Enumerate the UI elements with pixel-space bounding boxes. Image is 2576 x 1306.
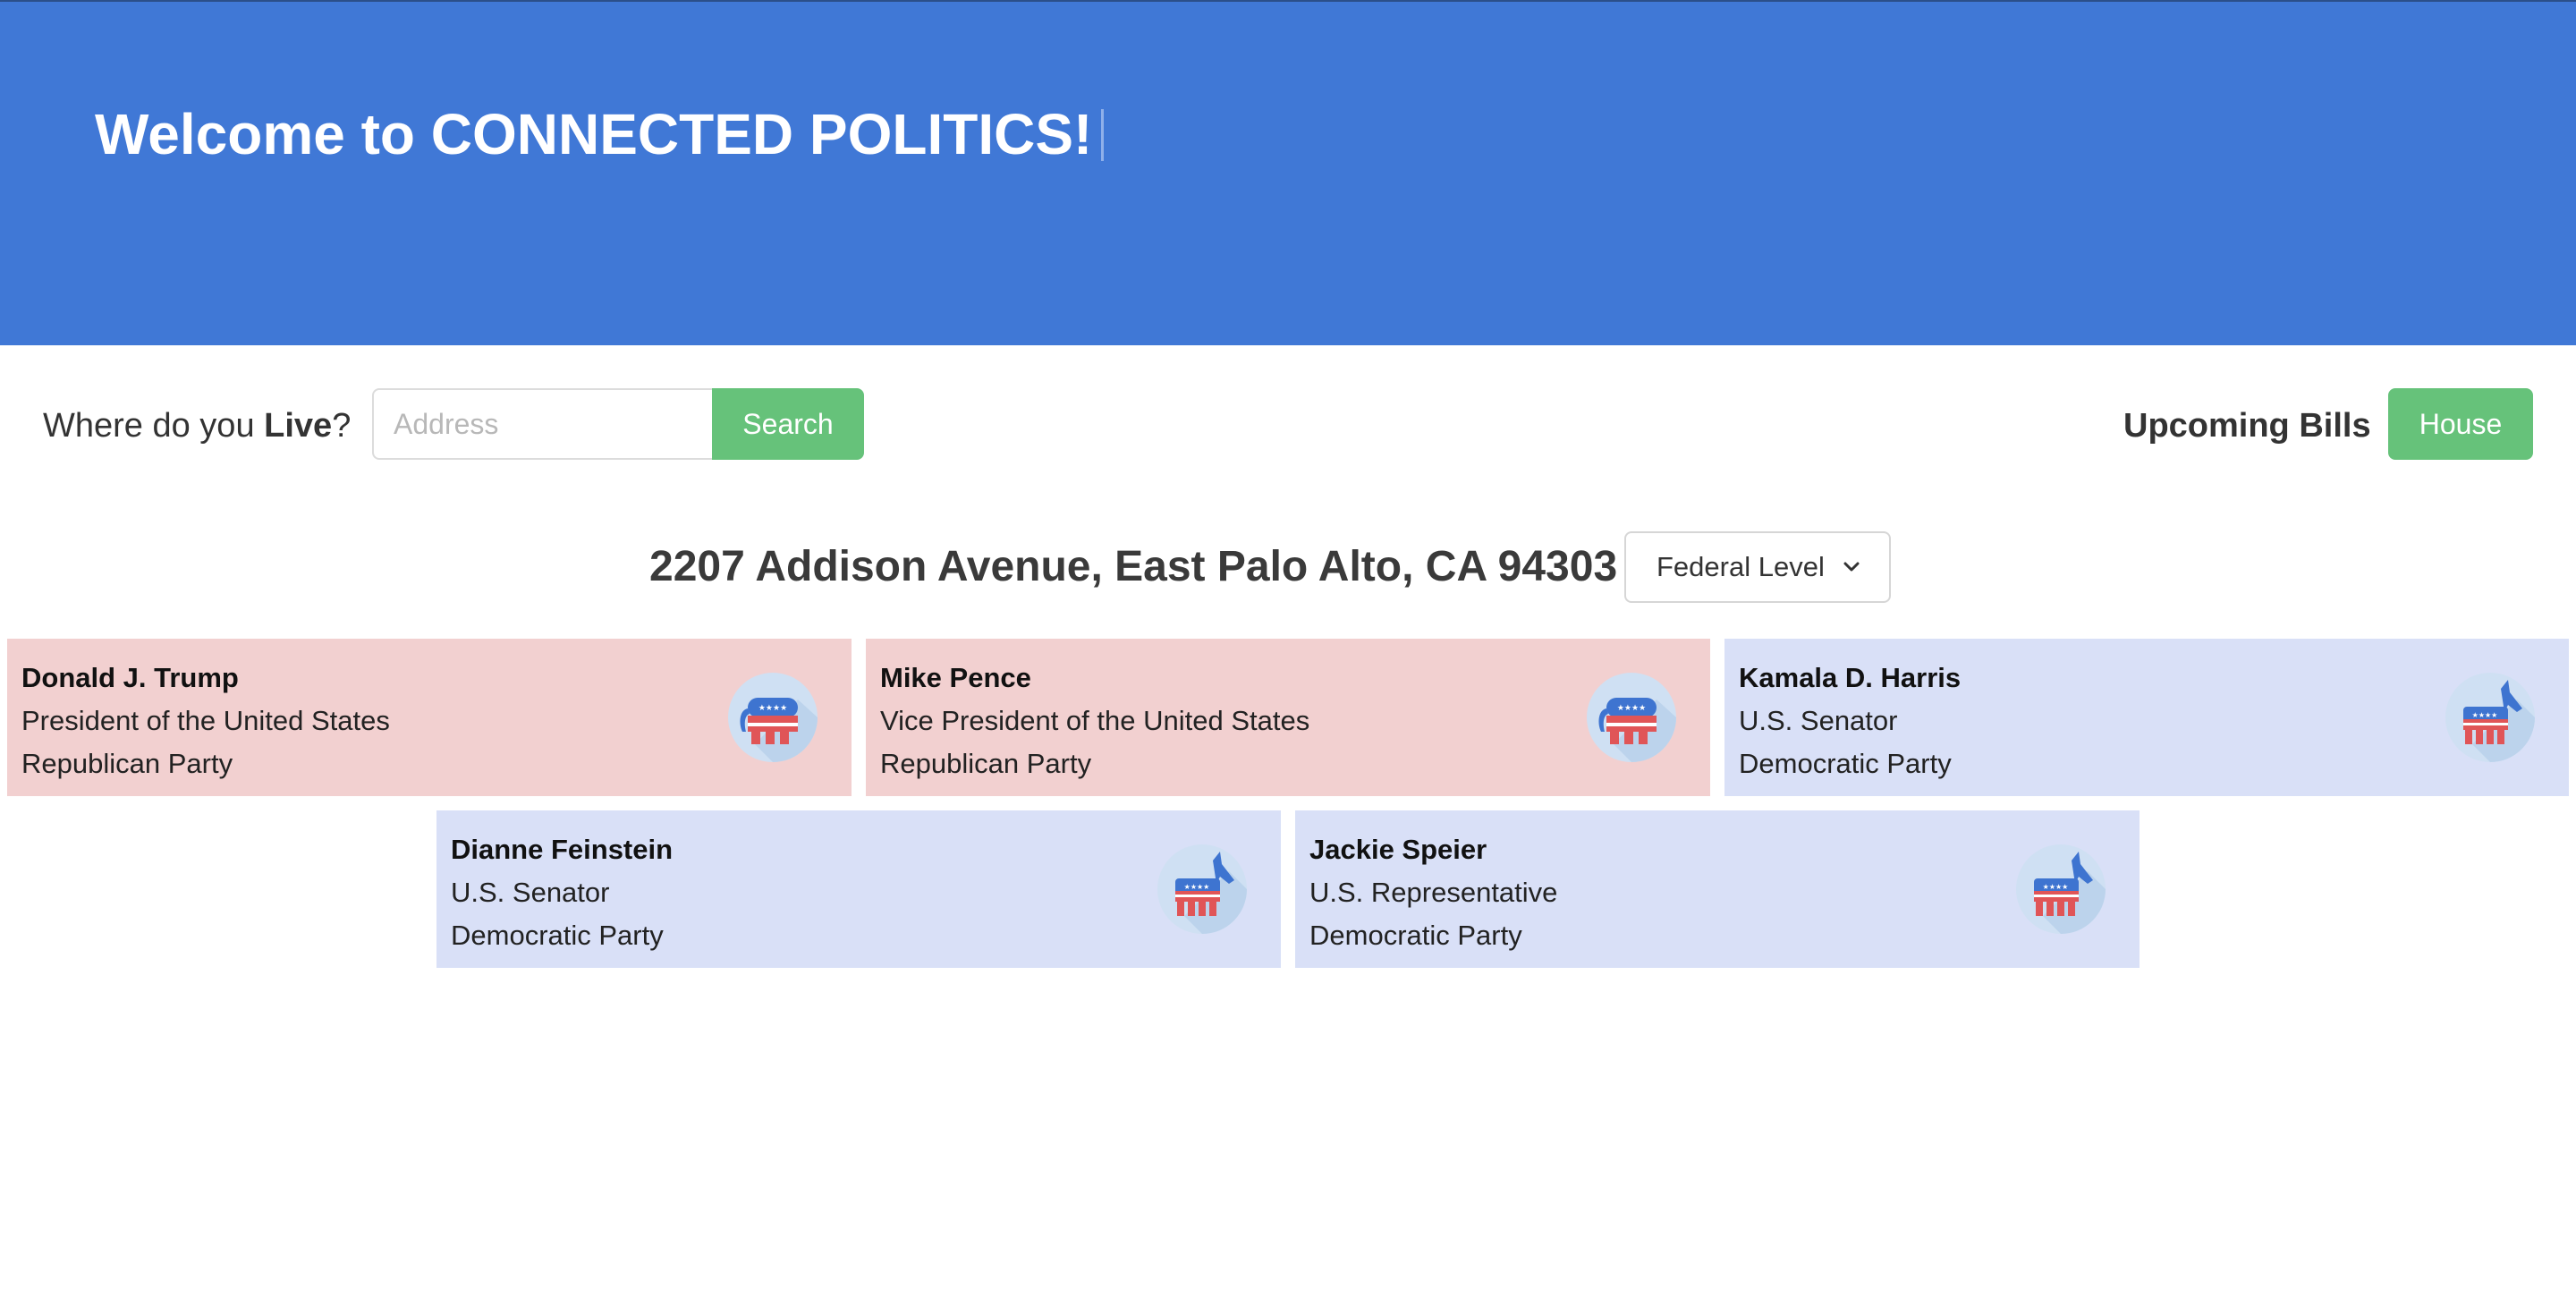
- upcoming-bills-label: Upcoming Bills: [2123, 407, 2371, 445]
- house-button[interactable]: House: [2388, 388, 2533, 460]
- official-party: Republican Party: [880, 748, 1092, 779]
- official-office: President of the United States: [21, 705, 390, 736]
- address-heading: 2207 Addison Avenue, East Palo Alto, CA …: [649, 543, 1618, 590]
- donkey-icon: [2016, 844, 2106, 934]
- page-title-text: Welcome to CONNECTED POLITICS!: [95, 102, 1093, 166]
- official-name: Donald J. Trump: [21, 662, 239, 693]
- search-label-emphasis: Live: [264, 407, 333, 445]
- official-party: Democratic Party: [1739, 748, 1952, 779]
- elephant-icon: [728, 673, 818, 762]
- official-name: Mike Pence: [880, 662, 1031, 693]
- official-card[interactable]: Jackie Speier U.S. Representative Democr…: [1295, 810, 2140, 968]
- search-label: Where do you Live?: [43, 401, 351, 451]
- header-banner: Welcome to CONNECTED POLITICS!: [0, 0, 2576, 345]
- official-name: Kamala D. Harris: [1739, 662, 1962, 693]
- official-office: U.S. Senator: [1739, 705, 1898, 736]
- chevron-down-icon: [1843, 562, 1860, 572]
- official-card[interactable]: Dianne Feinstein U.S. Senator Democratic…: [436, 810, 1281, 968]
- elephant-icon: [1587, 673, 1676, 762]
- level-select[interactable]: Federal Level: [1624, 531, 1891, 603]
- official-party: Democratic Party: [451, 920, 664, 951]
- official-office: Vice President of the United States: [880, 705, 1310, 736]
- official-office: U.S. Representative: [1309, 877, 1558, 908]
- level-select-value: Federal Level: [1657, 551, 1825, 582]
- donkey-icon: [1157, 844, 1247, 934]
- official-card[interactable]: Kamala D. Harris U.S. Senator Democratic…: [1724, 639, 2569, 796]
- donkey-icon: [2445, 673, 2535, 762]
- official-name: Jackie Speier: [1309, 834, 1487, 865]
- search-button[interactable]: Search: [712, 388, 864, 460]
- official-card[interactable]: Mike Pence Vice President of the United …: [866, 639, 1710, 796]
- search-label-prefix: Where do you: [43, 407, 265, 445]
- official-party: Republican Party: [21, 748, 233, 779]
- official-name: Dianne Feinstein: [451, 834, 674, 865]
- search-label-suffix: ?: [332, 407, 352, 445]
- text-cursor: [1101, 109, 1105, 161]
- official-card[interactable]: Donald J. Trump President of the United …: [7, 639, 852, 796]
- address-input[interactable]: [372, 388, 714, 460]
- page-title: Welcome to CONNECTED POLITICS!: [95, 95, 1105, 174]
- official-office: U.S. Senator: [451, 877, 610, 908]
- official-party: Democratic Party: [1309, 920, 1522, 951]
